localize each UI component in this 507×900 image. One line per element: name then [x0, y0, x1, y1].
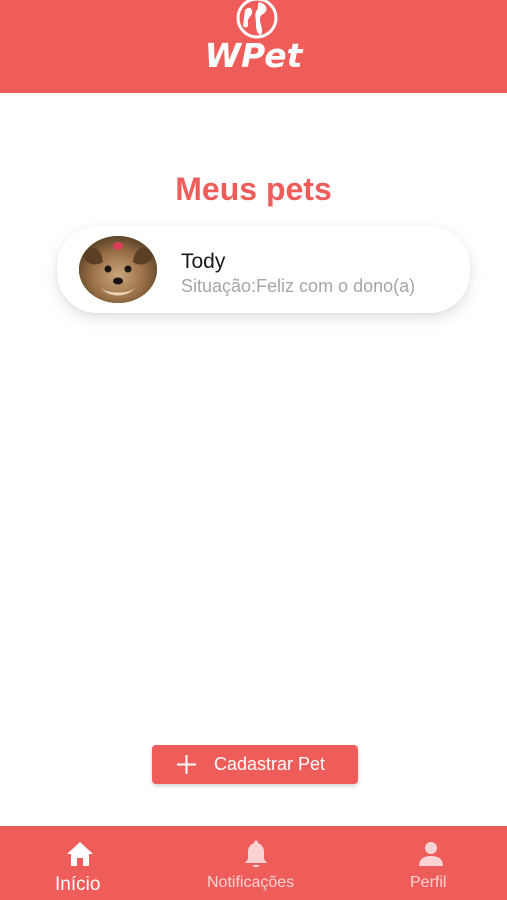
pet-card[interactable]: Tody Situação:Feliz com o dono(a) — [57, 226, 470, 313]
nav-label-notificacoes: Notificações — [207, 874, 295, 891]
bottom-nav: Início Notificações Perfil — [0, 826, 507, 900]
nav-item-notificacoes[interactable]: Notificações — [200, 826, 310, 900]
nav-label-inicio: Início — [55, 874, 101, 895]
app-logo: WPet — [0, 0, 507, 93]
add-pet-label: Cadastrar Pet — [214, 754, 326, 774]
page-title: Meus pets — [175, 171, 332, 207]
pet-status: Situação:Feliz com o dono(a) — [181, 276, 416, 296]
dog-photo — [79, 236, 157, 303]
nav-label-perfil: Perfil — [410, 874, 447, 891]
add-pet-button[interactable]: Cadastrar Pet — [152, 745, 358, 784]
pet-avatar — [79, 236, 157, 303]
pet-name: Tody — [181, 250, 226, 273]
app-name: WPet — [204, 36, 303, 75]
nav-item-inicio[interactable]: Início — [40, 826, 120, 900]
bell-icon — [245, 840, 267, 868]
home-icon — [67, 842, 93, 866]
user-icon — [419, 842, 443, 866]
plus-icon — [177, 755, 196, 774]
globe-icon — [236, 0, 278, 39]
app-header: WPet — [0, 0, 507, 93]
nav-item-perfil[interactable]: Perfil — [400, 826, 460, 900]
